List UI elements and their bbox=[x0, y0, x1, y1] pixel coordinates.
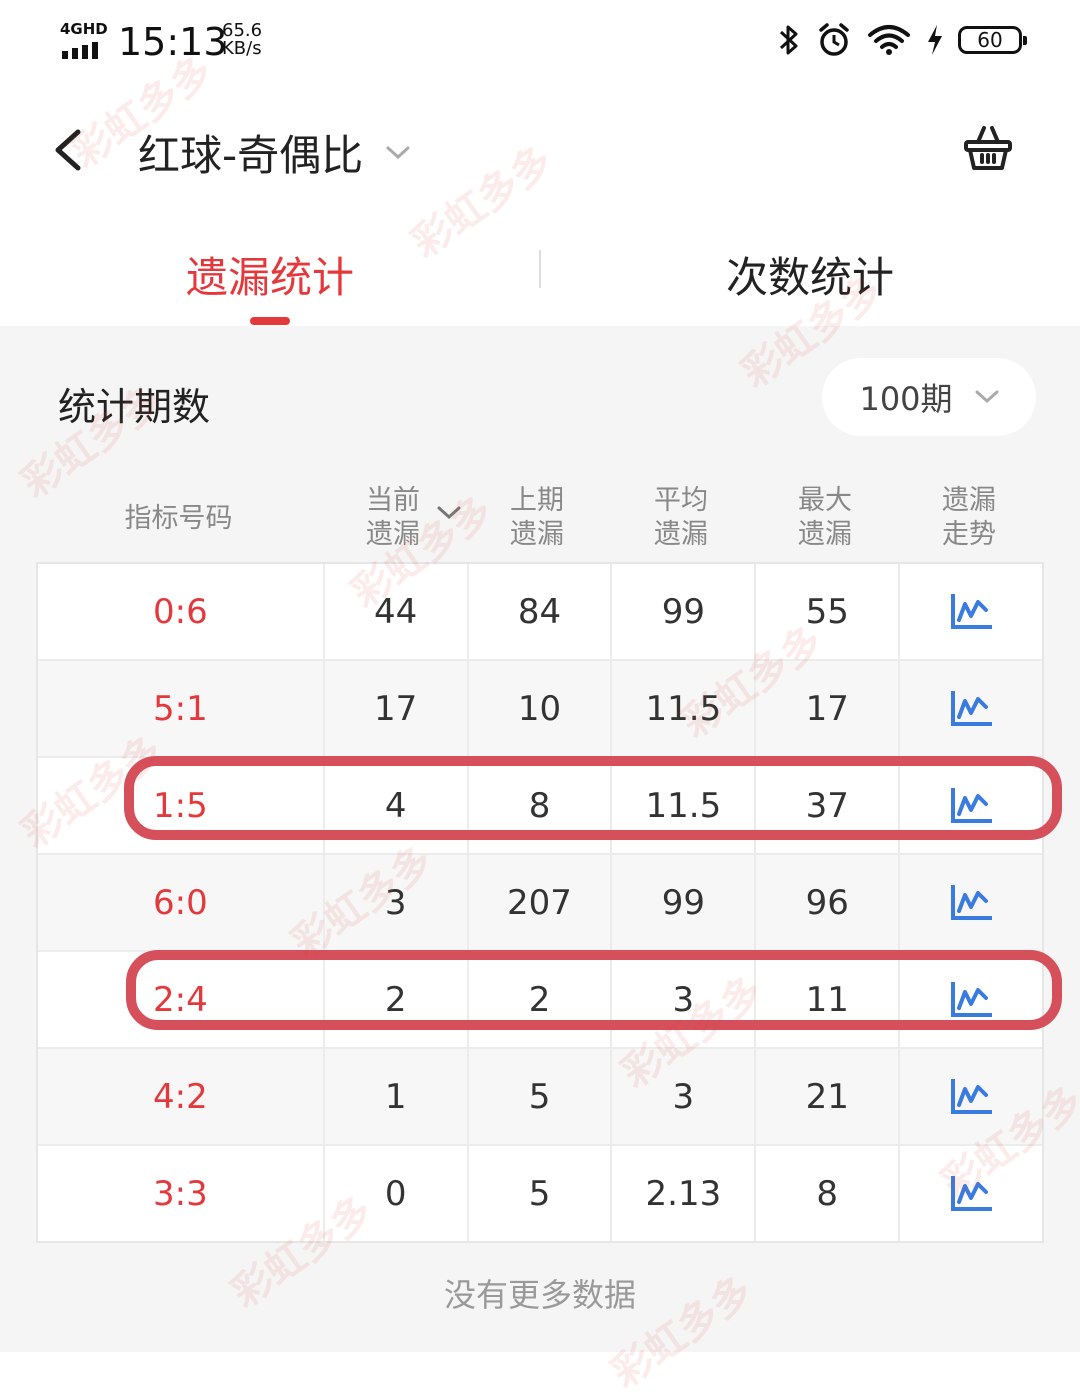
header-code: 指标号码 bbox=[124, 503, 233, 534]
tab-omission-stats[interactable]: 遗漏统计 bbox=[0, 244, 540, 305]
header-last-omission: 上期 遗漏 bbox=[510, 485, 564, 550]
cell-max: 8 bbox=[754, 1146, 898, 1241]
cell-max: 17 bbox=[754, 661, 898, 756]
battery-level: 60 bbox=[977, 28, 1003, 52]
clock-time: 15:13 bbox=[118, 20, 228, 64]
period-value: 100期 bbox=[859, 380, 953, 418]
cell-last: 84 bbox=[466, 564, 611, 659]
header-current-omission[interactable]: 当前 遗漏 bbox=[321, 484, 465, 552]
cell-last: 207 bbox=[466, 855, 611, 950]
cell-avg: 99 bbox=[610, 855, 754, 950]
network-speed: 65.6 KB/s bbox=[222, 22, 262, 58]
bluetooth-icon bbox=[779, 25, 798, 55]
page-title: 红球-奇偶比 bbox=[138, 131, 364, 180]
table-header: 指标号码 当前 遗漏 上期 遗漏 平均 遗漏 最大 遗漏 遗漏 走势 bbox=[36, 484, 1044, 564]
tab-count-stats[interactable]: 次数统计 bbox=[540, 244, 1080, 305]
cell-avg: 3 bbox=[610, 1049, 754, 1144]
trend-chart-icon bbox=[951, 690, 993, 726]
nav-bar: 红球-奇偶比 bbox=[0, 100, 1080, 200]
network-type: 4GHD bbox=[60, 20, 108, 38]
chevron-down-icon bbox=[386, 146, 410, 159]
chevron-down-icon bbox=[975, 390, 999, 404]
sort-chevron-icon bbox=[437, 506, 461, 520]
tab-indicator bbox=[250, 317, 290, 325]
cell-avg: 99 bbox=[610, 564, 754, 659]
table-row: 0:6 44 84 99 55 bbox=[38, 564, 1042, 659]
speed-unit: KB/s bbox=[222, 38, 262, 59]
battery-icon: 60 bbox=[958, 26, 1027, 54]
cell-max: 21 bbox=[754, 1049, 898, 1144]
header-avg-omission: 平均 遗漏 bbox=[654, 485, 708, 550]
table-row: 6:0 3 207 99 96 bbox=[38, 853, 1042, 950]
header-trend: 遗漏 走势 bbox=[942, 485, 996, 550]
table-row: 5:1 17 10 11.5 17 bbox=[38, 659, 1042, 756]
trend-chart-icon bbox=[951, 1078, 993, 1114]
status-bar: 4GHD 15:13 65.6 KB/s 60 bbox=[0, 0, 1080, 90]
back-button[interactable] bbox=[44, 122, 94, 178]
cell-code: 0:6 bbox=[153, 591, 208, 632]
basket-icon[interactable] bbox=[962, 122, 1014, 174]
cell-last: 5 bbox=[466, 1049, 611, 1144]
tab-bar: 遗漏统计 次数统计 bbox=[0, 222, 1080, 326]
trend-chart-button[interactable] bbox=[898, 1049, 1042, 1144]
trend-chart-icon bbox=[951, 884, 993, 920]
cell-last: 10 bbox=[466, 661, 611, 756]
page-title-dropdown[interactable]: 红球-奇偶比 bbox=[138, 122, 411, 183]
period-select[interactable]: 100期 bbox=[822, 358, 1036, 436]
header-max-omission: 最大 遗漏 bbox=[798, 485, 852, 550]
cell-current: 1 bbox=[322, 1049, 467, 1144]
cell-code: 5:1 bbox=[153, 688, 208, 729]
cell-current: 44 bbox=[322, 564, 467, 659]
signal-icon: 4GHD bbox=[60, 20, 108, 60]
table-row: 3:3 0 5 2.13 8 bbox=[38, 1144, 1042, 1241]
trend-chart-button[interactable] bbox=[898, 661, 1042, 756]
cell-current: 17 bbox=[322, 661, 467, 756]
highlight-box bbox=[126, 950, 1062, 1030]
cell-max: 55 bbox=[754, 564, 898, 659]
cell-avg: 11.5 bbox=[610, 661, 754, 756]
trend-chart-icon bbox=[951, 593, 993, 629]
charging-icon bbox=[928, 25, 942, 55]
cell-avg: 2.13 bbox=[610, 1146, 754, 1241]
period-label: 统计期数 bbox=[58, 385, 211, 429]
omission-table: 0:6 44 84 99 55 5:1 17 10 11.5 17 1:5 4 8 11.5 37 6:0 3 2… bbox=[36, 562, 1044, 1243]
cell-code: 3:3 bbox=[153, 1173, 208, 1214]
cell-code: 6:0 bbox=[153, 882, 208, 923]
trend-chart-icon bbox=[951, 1175, 993, 1211]
no-more-data-text: 没有更多数据 bbox=[443, 1276, 636, 1314]
trend-chart-button[interactable] bbox=[898, 564, 1042, 659]
trend-chart-button[interactable] bbox=[898, 855, 1042, 950]
cell-last: 5 bbox=[466, 1146, 611, 1241]
table-row: 4:2 1 5 3 21 bbox=[38, 1047, 1042, 1144]
cell-max: 96 bbox=[754, 855, 898, 950]
alarm-icon bbox=[819, 23, 849, 56]
cell-current: 0 bbox=[322, 1146, 467, 1241]
highlight-box bbox=[124, 756, 1062, 840]
trend-chart-button[interactable] bbox=[898, 1146, 1042, 1241]
cell-code: 4:2 bbox=[153, 1076, 208, 1117]
wifi-icon bbox=[868, 25, 910, 55]
cell-current: 3 bbox=[322, 855, 467, 950]
